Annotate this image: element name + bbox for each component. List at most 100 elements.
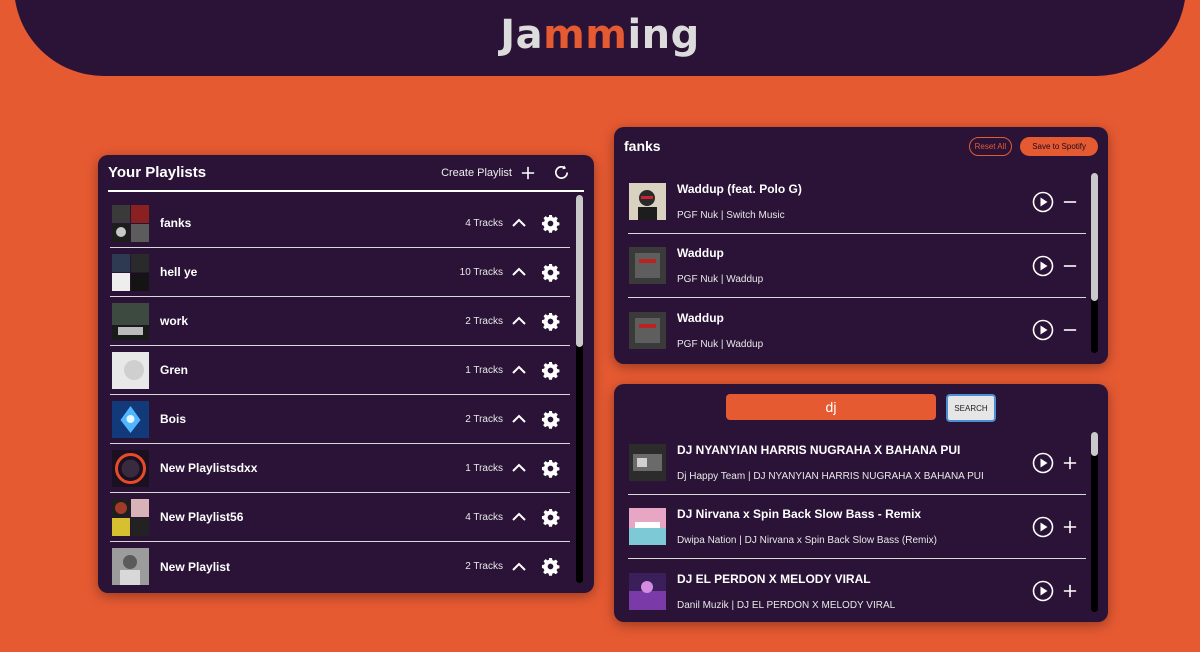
playlists-scrollbar-thumb[interactable] [576, 195, 583, 347]
play-icon[interactable] [1032, 452, 1054, 474]
track-artist-album: Dwipa Nation | DJ Nirvana x Spin Back Sl… [677, 535, 937, 546]
chevron-up-icon[interactable] [511, 559, 527, 575]
app-logo: Jamming [500, 12, 700, 58]
track-cover [629, 508, 666, 545]
chevron-up-icon[interactable] [511, 215, 527, 231]
playlist-row-gren[interactable]: Gren 1 Tracks [110, 346, 570, 395]
playlists-panel: Your Playlists Create Playlist fanks 4 T… [98, 155, 594, 593]
playlist-row-new-playlist56[interactable]: New Playlist56 4 Tracks [110, 493, 570, 542]
playlists-header: Your Playlists Create Playlist [108, 155, 584, 192]
track-name: DJ Nirvana x Spin Back Slow Bass - Remix [677, 507, 922, 521]
track-name: Waddup (feat. Polo G) [677, 182, 802, 196]
chevron-up-icon[interactable] [511, 460, 527, 476]
playlist-track-count: 2 Tracks [465, 315, 503, 327]
current-tracks-scrollbar[interactable] [1091, 173, 1098, 353]
create-playlist-label[interactable]: Create Playlist [441, 167, 512, 179]
track-artist-album: PGF Nuk | Switch Music [677, 210, 785, 221]
current-playlist-header: fanks Reset All Save to Spotify [624, 127, 1098, 165]
track-artist-album: PGF Nuk | Waddup [677, 274, 764, 285]
play-icon[interactable] [1032, 580, 1054, 602]
playlist-name: work [160, 314, 189, 328]
playlist-cover [112, 498, 149, 536]
track-name: Waddup [677, 310, 724, 325]
playlist-track-count: 1 Tracks [465, 364, 503, 376]
playlist-name: New Playlistsdxx [160, 461, 258, 475]
chevron-up-icon[interactable] [511, 411, 527, 427]
playlist-track-count: 4 Tracks [465, 511, 503, 523]
current-tracks-list: Waddup (feat. Polo G) PGF Nuk | Switch M… [628, 170, 1086, 362]
create-playlist-plus-icon[interactable] [520, 165, 536, 181]
track-cover [629, 247, 666, 284]
playlist-name: fanks [160, 216, 192, 230]
chevron-up-icon[interactable] [511, 362, 527, 378]
track-cover [629, 444, 666, 481]
add-track-plus-icon[interactable] [1062, 455, 1078, 471]
search-panel: SEARCH DJ NYANYIAN HARRIS NUGRAHA X BAHA… [614, 384, 1108, 622]
gear-icon[interactable] [540, 360, 560, 380]
play-icon[interactable] [1032, 191, 1054, 213]
chevron-up-icon[interactable] [511, 313, 527, 329]
playlist-row-work[interactable]: work 2 Tracks [110, 297, 570, 346]
gear-icon[interactable] [540, 311, 560, 331]
search-result-row: DJ Nirvana x Spin Back Slow Bass - Remix… [628, 495, 1086, 559]
playlist-track-count: 10 Tracks [459, 266, 503, 278]
remove-track-minus-icon[interactable] [1062, 194, 1078, 210]
remove-track-minus-icon[interactable] [1062, 322, 1078, 338]
playlist-cover [112, 351, 149, 389]
current-tracks-scrollbar-thumb[interactable] [1091, 173, 1098, 301]
playlist-row-new-playlist[interactable]: New Playlist 2 Tracks [110, 542, 570, 591]
gear-icon[interactable] [540, 262, 560, 282]
search-results-scrollbar-thumb[interactable] [1091, 432, 1098, 456]
track-row: Waddup (feat. Polo G) PGF Nuk | Switch M… [628, 170, 1086, 234]
refresh-icon[interactable] [552, 164, 570, 182]
save-to-spotify-button[interactable]: Save to Spotify [1020, 136, 1098, 156]
playlist-row-bois[interactable]: Bois 2 Tracks [110, 395, 570, 444]
track-row: Waddup PGF Nuk | Waddup [628, 234, 1086, 298]
search-result-row: DJ EL PERDON X MELODY VIRAL Danil Muzik … [628, 559, 1086, 623]
app-header: Jamming [14, 0, 1186, 76]
track-cover [629, 572, 666, 610]
playlist-cover [112, 204, 149, 242]
remove-track-minus-icon[interactable] [1062, 258, 1078, 274]
playlist-row-fanks[interactable]: fanks 4 Tracks [110, 199, 570, 248]
add-track-plus-icon[interactable] [1062, 583, 1078, 599]
gear-icon[interactable] [540, 557, 560, 577]
search-results-scrollbar[interactable] [1091, 432, 1098, 612]
playlist-track-count: 2 Tracks [465, 413, 503, 425]
chevron-up-icon[interactable] [511, 509, 527, 525]
playlist-row-new-playlistsdxx[interactable]: New Playlistsdxx 1 Tracks [110, 444, 570, 493]
search-results-list: DJ NYANYIAN HARRIS NUGRAHA X BAHANA PUI … [628, 431, 1086, 623]
playlist-name: hell ye [160, 265, 198, 279]
playlist-cover [112, 548, 149, 585]
search-result-row: DJ NYANYIAN HARRIS NUGRAHA X BAHANA PUI … [628, 431, 1086, 495]
playlists-title: Your Playlists [108, 164, 207, 181]
search-input[interactable] [726, 394, 936, 420]
play-icon[interactable] [1032, 255, 1054, 277]
playlists-scrollbar[interactable] [576, 195, 583, 583]
gear-icon[interactable] [540, 458, 560, 478]
current-playlist-title[interactable]: fanks [624, 138, 661, 154]
reset-all-button[interactable]: Reset All [968, 136, 1013, 156]
playlist-row-hell-ye[interactable]: hell ye 10 Tracks [110, 248, 570, 297]
play-icon[interactable] [1032, 516, 1054, 538]
track-name: Waddup [677, 246, 724, 260]
search-button[interactable]: SEARCH [946, 394, 996, 422]
track-cover [629, 311, 666, 349]
add-track-plus-icon[interactable] [1062, 519, 1078, 535]
track-artist-album: PGF Nuk | Waddup [677, 338, 764, 350]
playlists-list: fanks 4 Tracks hell ye 10 Tracks work 2 … [110, 199, 570, 591]
play-icon[interactable] [1032, 319, 1054, 341]
gear-icon[interactable] [540, 507, 560, 527]
gear-icon[interactable] [540, 409, 560, 429]
track-row: Waddup PGF Nuk | Waddup [628, 298, 1086, 362]
playlist-cover [112, 449, 149, 487]
playlist-track-count: 4 Tracks [465, 217, 503, 229]
chevron-up-icon[interactable] [511, 264, 527, 280]
track-artist-album: Danil Muzik | DJ EL PERDON X MELODY VIRA… [677, 599, 896, 611]
playlist-name: Bois [160, 412, 187, 426]
playlist-track-count: 1 Tracks [465, 462, 503, 474]
gear-icon[interactable] [540, 213, 560, 233]
current-playlist-panel: fanks Reset All Save to Spotify Waddup (… [614, 127, 1108, 364]
track-name: DJ NYANYIAN HARRIS NUGRAHA X BAHANA PUI [677, 443, 961, 457]
track-artist-album: Dj Happy Team | DJ NYANYIAN HARRIS NUGRA… [677, 471, 984, 482]
